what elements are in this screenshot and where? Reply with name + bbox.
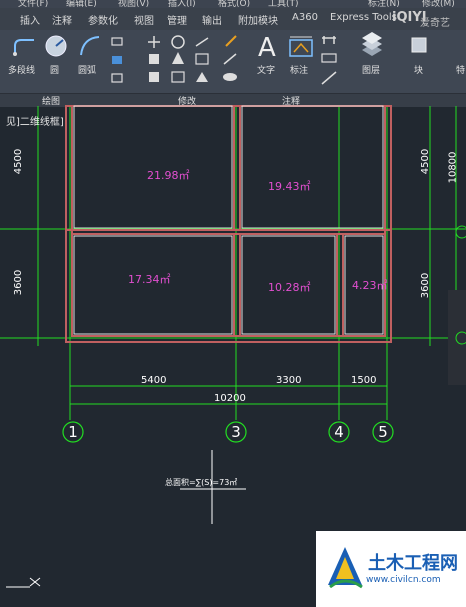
room-area-bottom-left: 17.34㎡: [128, 273, 171, 286]
logo-emblem-icon: [328, 547, 363, 589]
room-area-top-right: 19.43㎡: [268, 180, 311, 193]
axis-label-5: 5: [378, 423, 388, 441]
civilcn-logo: 土木工程网 www.civilcn.com: [316, 531, 466, 607]
logo-title: 土木工程网: [368, 553, 458, 574]
axis-label-3: 3: [231, 423, 241, 441]
room-area-bottom-right: 4.23㎡: [352, 279, 388, 292]
room-area-bottom-mid: 10.28㎡: [268, 281, 311, 294]
dimension-1500: 1500: [351, 375, 377, 386]
axis-label-4: 4: [334, 423, 344, 441]
logo-url: www.civilcn.com: [366, 575, 441, 585]
dimension-total-10200: 10200: [214, 393, 246, 404]
walls: [65, 105, 392, 343]
dimension-3300: 3300: [276, 375, 302, 386]
dimension-total-10800: 10800: [447, 151, 459, 184]
axis-label-1: 1: [68, 423, 78, 441]
drawing-canvas[interactable]: [0, 0, 466, 607]
viewport-label[interactable]: 见]二维线框]: [6, 113, 64, 128]
ucs-icon: [6, 577, 41, 588]
dimension-left-4500: 4500: [13, 148, 25, 175]
room-area-top-left: 21.98㎡: [147, 169, 190, 182]
total-area-annotation: 总面积=∑(S)=73㎡: [165, 478, 238, 487]
dimension-right-4500: 4500: [420, 148, 432, 175]
dimension-left-3600: 3600: [13, 269, 25, 296]
dimension-5400: 5400: [141, 375, 167, 386]
dimension-right-3600: 3600: [420, 272, 432, 299]
